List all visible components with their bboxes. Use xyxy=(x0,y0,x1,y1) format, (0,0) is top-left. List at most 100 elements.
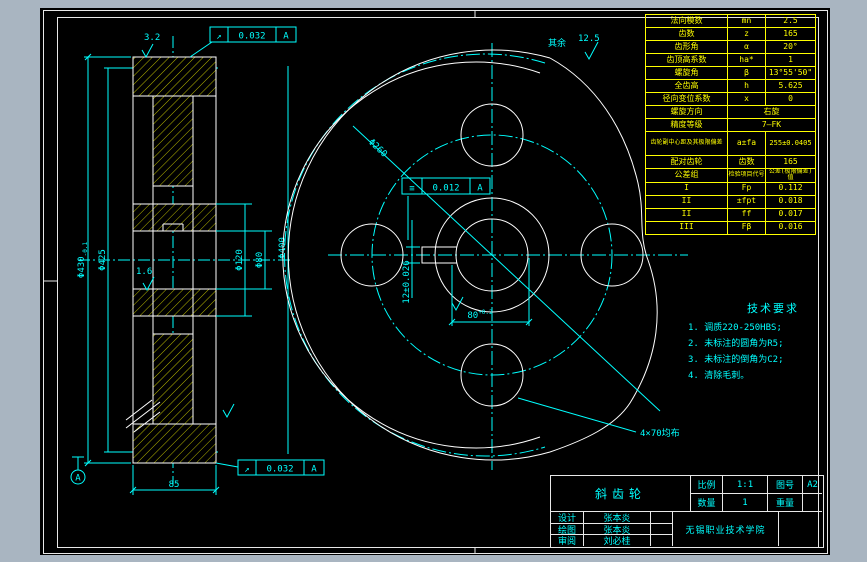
weight-label: 重量 xyxy=(768,494,803,512)
table-row: II ff 0.017 xyxy=(645,207,816,222)
param-value: 165 xyxy=(765,155,816,169)
param-symbol: a±fa xyxy=(727,131,766,156)
param-value: 20° xyxy=(765,40,816,54)
dim-face-width: 85 xyxy=(169,480,180,490)
dim-bore-diameter: Φ80 xyxy=(255,252,265,268)
blank-cell xyxy=(779,512,822,546)
runout-icon: ↗ xyxy=(216,32,221,42)
tech-req-item: 4. 清除毛刺。 xyxy=(688,371,750,381)
datum-a: A xyxy=(70,469,86,485)
param-symbol: ±fpt xyxy=(727,194,766,209)
param-label: 螺旋方向 xyxy=(645,105,728,119)
param-label: 全齿高 xyxy=(645,79,728,93)
param-value: 1 xyxy=(765,53,816,67)
qty-label: 数量 xyxy=(691,494,723,512)
runout-datum: A xyxy=(311,465,317,475)
table-row: 配对齿轮 齿数 165 xyxy=(645,155,816,169)
param-value: 5.625 xyxy=(765,79,816,93)
table-row: 齿形角 α 20° xyxy=(645,40,816,54)
table-row: 公差组 检验项目代号 公差(极限偏差)值 xyxy=(645,168,816,183)
param-symbol: Fp xyxy=(727,181,766,196)
param-label: II xyxy=(645,207,728,222)
qty-value: 1 xyxy=(723,494,768,512)
dim-bore-keyway: 80+0.2 xyxy=(467,309,493,321)
review-name: 刘必桂 xyxy=(584,535,651,546)
roughness-icon xyxy=(584,41,599,61)
table-row: 齿数 z 165 xyxy=(645,27,816,41)
param-value: 公差(极限偏差)值 xyxy=(765,168,816,183)
table-row: 螺旋方向 右旋 xyxy=(645,105,816,119)
scale-value: 1:1 xyxy=(723,476,768,494)
blank-cell xyxy=(651,512,673,524)
review-label: 审阅 xyxy=(551,535,584,546)
param-label: III xyxy=(645,220,728,235)
param-value: 右旋 xyxy=(727,105,816,119)
param-symbol: h xyxy=(727,79,766,93)
roughness-bore-value: 1.6 xyxy=(136,267,152,277)
param-label: 螺旋角 xyxy=(645,66,728,80)
roughness-top: 3.2 xyxy=(141,33,160,59)
tech-req-item: 1. 调质220-250HBS; xyxy=(688,323,782,333)
dim-pitch-diameter: Φ425 xyxy=(98,249,108,271)
param-value: 7—FK xyxy=(727,118,816,132)
param-label: II xyxy=(645,194,728,209)
roughness-bore: 1.6 xyxy=(136,267,155,292)
datum-a-label: A xyxy=(75,474,81,484)
holes-note: 4×70均布 xyxy=(640,427,680,439)
table-row: 精度等级 7—FK xyxy=(645,118,816,132)
draw-name: 张本炎 xyxy=(584,524,651,535)
table-row: III Fβ 0.016 xyxy=(645,220,816,235)
param-value: 13°55'50" xyxy=(765,66,816,80)
param-label: 配对齿轮 xyxy=(645,155,728,169)
gear-parameter-table: 法向模数 mn 2.5 齿数 z 165 齿形角 α 20° 齿顶高系数 ha* 1 螺旋角 β 1… xyxy=(645,14,816,235)
param-value: 165 xyxy=(765,27,816,41)
symmetry-icon: ≡ xyxy=(409,184,415,194)
param-label: 齿数 xyxy=(645,27,728,41)
table-row: 齿轮副中心距及其极限偏差 a±fa 255±0.0405 xyxy=(645,131,816,156)
param-label: 径向变位系数 xyxy=(645,92,728,106)
draw-label: 绘图 xyxy=(551,524,584,535)
param-label: I xyxy=(645,181,728,196)
table-row: 全齿高 h 5.625 xyxy=(645,79,816,93)
param-symbol: α xyxy=(727,40,766,54)
tech-req-item: 3. 未标注的倒角为C2; xyxy=(688,355,784,365)
bcd-dim-line xyxy=(352,125,661,412)
roughness-rim-bottom-icon xyxy=(222,403,235,419)
param-symbol: Fβ xyxy=(727,220,766,235)
table-row: 齿顶高系数 ha* 1 xyxy=(645,53,816,67)
cad-canvas: Φ430-0.1 Φ425 Φ120 Φ80 Φ400 85 A ↗ 0.032… xyxy=(40,8,830,555)
param-label: 精度等级 xyxy=(645,118,728,132)
table-row: 螺旋角 β 13°55'50" xyxy=(645,66,816,80)
symmetry-value: 0.012 xyxy=(432,184,459,194)
param-value: 0.112 xyxy=(765,181,816,196)
param-symbol: β xyxy=(727,66,766,80)
param-value: 0.017 xyxy=(765,207,816,222)
dim-hub-diameter: Φ120 xyxy=(235,249,245,271)
param-value: 0 xyxy=(765,92,816,106)
tech-req-item: 2. 未标注的圆角为R5; xyxy=(688,339,784,349)
param-symbol: 齿数 xyxy=(727,155,766,169)
symmetry-datum: A xyxy=(477,184,483,194)
scale-label: 比例 xyxy=(691,476,723,494)
dwgno-label: 图号 xyxy=(768,476,803,494)
param-symbol: ha* xyxy=(727,53,766,67)
general-roughness: 其余 12.5 xyxy=(548,34,600,61)
param-symbol: x xyxy=(727,92,766,106)
symmetry-frame: ≡ 0.012 A xyxy=(401,177,491,195)
runout-datum: A xyxy=(283,32,289,42)
table-row: 径向变位系数 x 0 xyxy=(645,92,816,106)
runout-frame-top: ↗ 0.032 A xyxy=(209,26,297,43)
runout-value: 0.032 xyxy=(266,465,293,475)
dim-keyway-width: 12±0.026 xyxy=(402,260,412,303)
table-row: 法向模数 mn 2.5 xyxy=(645,14,816,28)
param-value: 0.016 xyxy=(765,220,816,235)
param-label: 法向模数 xyxy=(645,14,728,28)
blank-cell xyxy=(651,524,673,535)
general-roughness-value: 12.5 xyxy=(578,34,600,44)
table-row: I Fp 0.112 xyxy=(645,181,816,196)
table-row: II ±fpt 0.018 xyxy=(645,194,816,209)
title-block: 斜齿轮 比例 1:1 图号 A2 数量 1 重量 设计 张本炎 绘图 张本炎 审… xyxy=(550,475,824,548)
general-roughness-prefix: 其余 xyxy=(548,37,566,49)
param-symbol: z xyxy=(727,27,766,41)
runout-value: 0.032 xyxy=(238,32,265,42)
